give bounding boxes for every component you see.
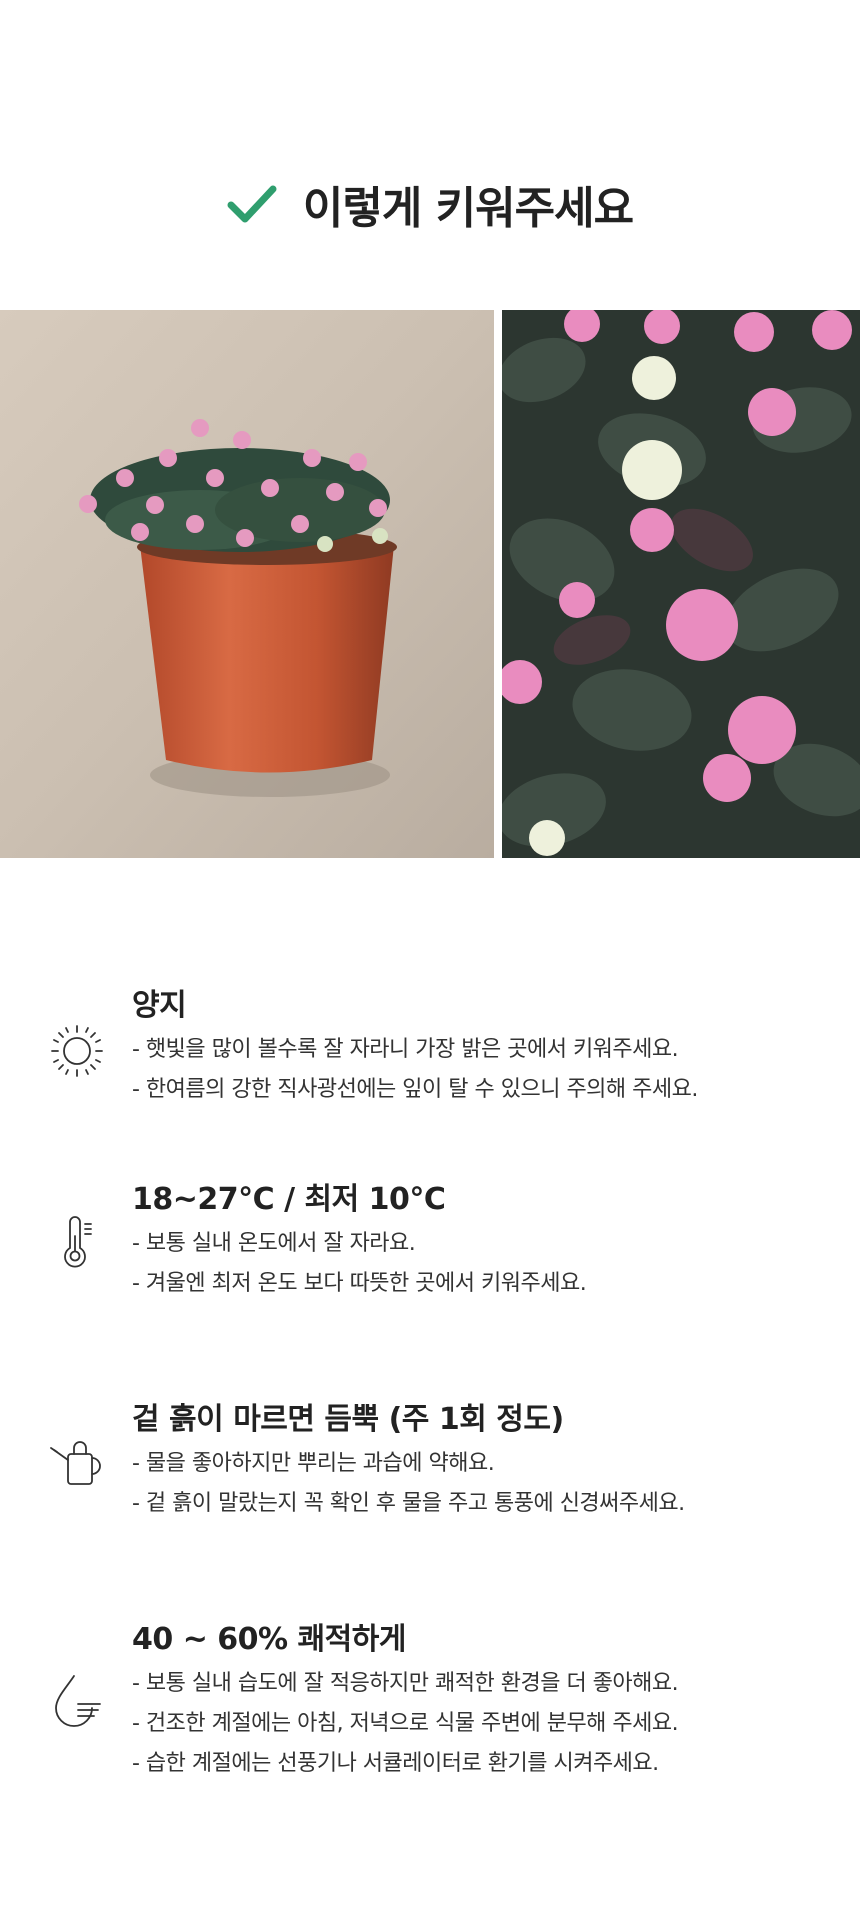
check-icon xyxy=(227,185,277,223)
tip-title: 18~27°C / 최저 10°C xyxy=(132,1182,446,1217)
tip-title: 40 ~ 60% 쾌적하게 xyxy=(132,1622,406,1657)
page-title: 이렇게 키워주세요 xyxy=(302,183,634,234)
section-header: 이렇게 키워주세요 xyxy=(0,172,860,236)
tip-line: - 한여름의 강한 직사광선에는 잎이 탈 수 있으니 주의해 주세요. xyxy=(132,1077,698,1102)
photo-row xyxy=(0,310,860,858)
watering-can-icon xyxy=(48,1436,106,1494)
tip-title: 양지 xyxy=(132,988,187,1023)
humidity-icon xyxy=(48,1670,106,1728)
tip-line: - 습한 계절에는 선풍기나 서큘레이터로 환기를 시켜주세요. xyxy=(132,1751,659,1776)
flower-closeup-photo xyxy=(502,310,860,858)
sun-icon xyxy=(48,1022,106,1080)
tip-description: - 보통 실내 습도에 잘 적응하지만 쾌적한 환경을 더 좋아해요. - 건조… xyxy=(132,1664,679,1784)
tip-line: - 겨울엔 최저 온도 보다 따뜻한 곳에서 키워주세요. xyxy=(132,1271,587,1296)
thermometer-icon xyxy=(48,1214,106,1272)
tip-line: - 건조한 계절에는 아침, 저녁으로 식물 주변에 분무해 주세요. xyxy=(132,1711,679,1736)
tip-line: - 겉 흙이 말랐는지 꼭 확인 후 물을 주고 통풍에 신경써주세요. xyxy=(132,1491,685,1516)
tip-title: 겉 흙이 마르면 듬뿍 (주 1회 정도) xyxy=(132,1402,564,1437)
tip-line: - 물을 좋아하지만 뿌리는 과습에 약해요. xyxy=(132,1451,495,1476)
tip-line: - 보통 실내 온도에서 잘 자라요. xyxy=(132,1231,416,1256)
tip-description: - 보통 실내 온도에서 잘 자라요. - 겨울엔 최저 온도 보다 따뜻한 곳… xyxy=(132,1224,587,1304)
tip-line: - 보통 실내 습도에 잘 적응하지만 쾌적한 환경을 더 좋아해요. xyxy=(132,1671,679,1696)
tip-line: - 햇빛을 많이 볼수록 잘 자라니 가장 밝은 곳에서 키워주세요. xyxy=(132,1037,679,1062)
potted-plant-photo xyxy=(0,310,494,858)
tip-description: - 햇빛을 많이 볼수록 잘 자라니 가장 밝은 곳에서 키워주세요. - 한여… xyxy=(132,1030,698,1110)
tip-description: - 물을 좋아하지만 뿌리는 과습에 약해요. - 겉 흙이 말랐는지 꼭 확인… xyxy=(132,1444,685,1524)
